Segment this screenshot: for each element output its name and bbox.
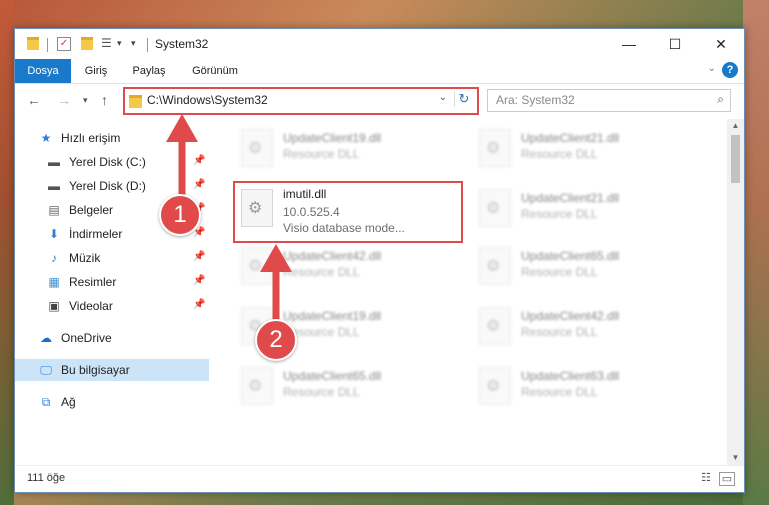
arrow-to-address-bar: [166, 114, 198, 200]
step-badge-1: 1: [159, 194, 201, 236]
step-badge-2: 2: [255, 319, 297, 361]
arrow-to-highlighted-file: [260, 244, 292, 328]
annotation-arrows: [166, 114, 292, 328]
